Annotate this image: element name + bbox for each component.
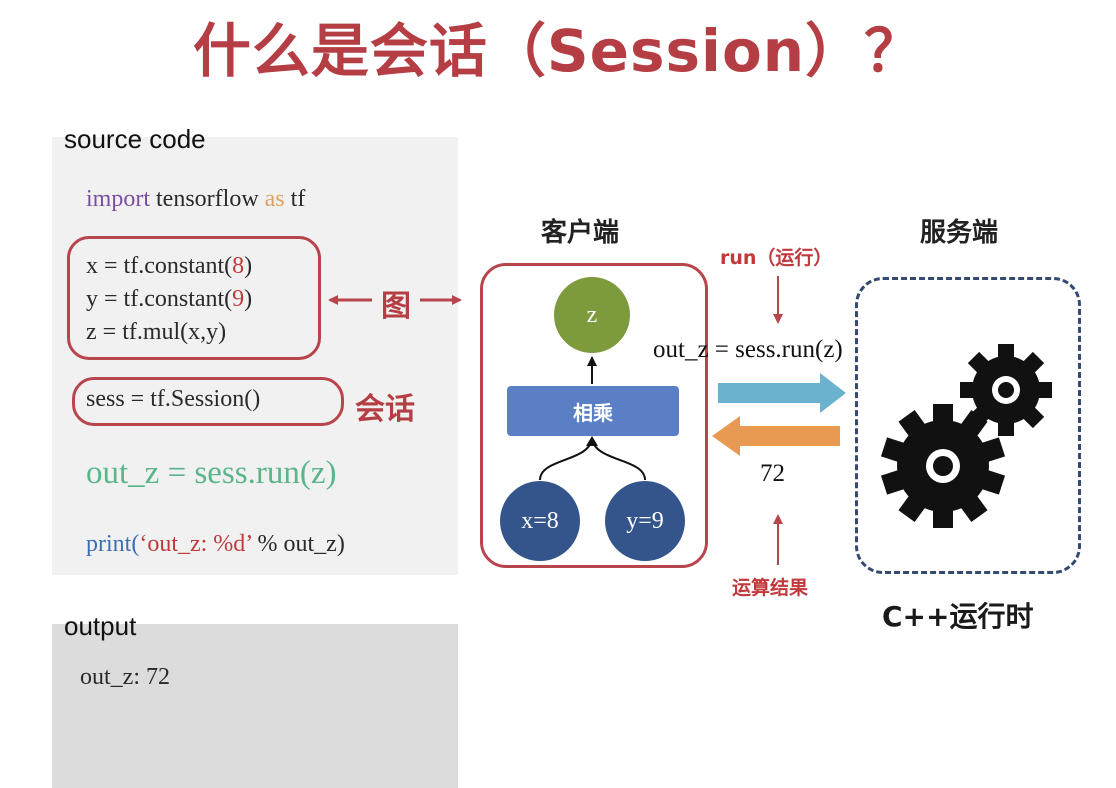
response-arrow: [712, 416, 840, 456]
edge-y-to-op: [591, 437, 646, 481]
gear-icon: [880, 404, 1006, 528]
request-arrow: [718, 373, 846, 413]
edge-x-to-op: [539, 437, 593, 481]
diagram-overlay: [328, 276, 1052, 565]
edge-join-arrowhead: [586, 436, 598, 446]
